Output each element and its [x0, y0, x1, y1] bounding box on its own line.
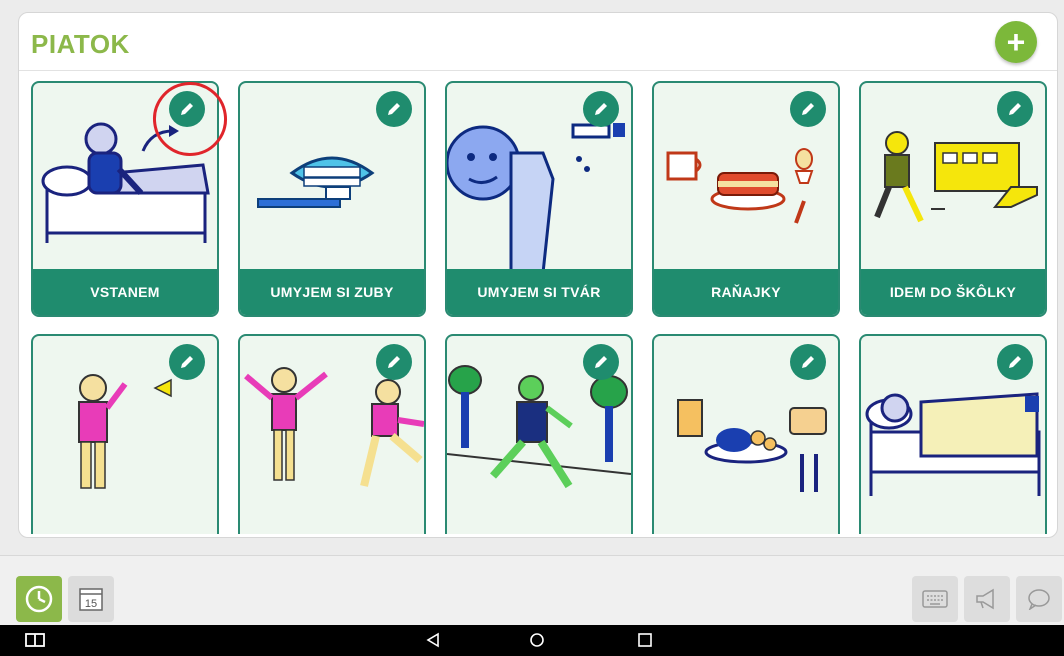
- activity-card-3[interactable]: UMYJEM SI TVÁR: [445, 81, 633, 317]
- system-nav-bar: [0, 625, 1064, 656]
- card-label: RAŇAJKY: [654, 269, 838, 315]
- calendar-day: 15: [85, 598, 97, 610]
- activity-card-9[interactable]: [652, 334, 840, 534]
- card-label: UMYJEM SI TVÁR: [447, 269, 631, 315]
- multi-window-icon[interactable]: [25, 632, 45, 648]
- edit-card-button[interactable]: [583, 344, 619, 380]
- home-icon[interactable]: [529, 632, 545, 648]
- activity-card-10[interactable]: [859, 334, 1047, 534]
- card-label: UMYJEM SI ZUBY: [240, 269, 424, 315]
- calendar-icon: 15: [79, 588, 103, 611]
- pencil-icon: [388, 103, 400, 115]
- megaphone-icon: [976, 588, 994, 610]
- card-label: VSTANEM: [33, 269, 217, 315]
- speech-bubble-icon: [1028, 589, 1050, 610]
- pencil-icon: [1009, 103, 1021, 115]
- edit-card-button[interactable]: [790, 91, 826, 127]
- edit-card-button[interactable]: [169, 344, 205, 380]
- chat-button[interactable]: [1016, 576, 1062, 622]
- clock-view-button[interactable]: [16, 576, 62, 622]
- speaker-button[interactable]: [964, 576, 1010, 622]
- edit-card-button[interactable]: [997, 91, 1033, 127]
- keyboard-button[interactable]: [912, 576, 958, 622]
- add-activity-button[interactable]: +: [995, 21, 1037, 63]
- pencil-icon: [1009, 356, 1021, 368]
- calendar-view-button[interactable]: 15: [68, 576, 114, 622]
- activity-card-7[interactable]: [238, 334, 426, 534]
- back-icon[interactable]: [425, 632, 441, 648]
- edit-card-button[interactable]: [583, 91, 619, 127]
- activity-card-2[interactable]: UMYJEM SI ZUBY: [238, 81, 426, 317]
- pencil-icon: [181, 356, 193, 368]
- clock-icon: [25, 585, 53, 613]
- day-title: PIATOK: [31, 29, 130, 59]
- activity-card-5[interactable]: IDEM DO ŠKÔLKY: [859, 81, 1047, 317]
- edit-card-button[interactable]: [790, 344, 826, 380]
- activity-card-4[interactable]: RAŇAJKY: [652, 81, 840, 317]
- panel-header: PIATOK +: [19, 13, 1057, 71]
- bottom-toolbar: 15: [0, 555, 1064, 625]
- edit-card-button[interactable]: [997, 344, 1033, 380]
- pencil-icon: [388, 356, 400, 368]
- pencil-icon: [595, 103, 607, 115]
- edit-card-button[interactable]: [376, 344, 412, 380]
- activity-card-6[interactable]: [31, 334, 219, 534]
- plus-icon: +: [1006, 24, 1026, 60]
- pencil-icon: [802, 103, 814, 115]
- card-label: IDEM DO ŠKÔLKY: [861, 269, 1045, 315]
- keyboard-icon: [922, 590, 948, 608]
- pencil-icon: [595, 356, 607, 368]
- activity-card-8[interactable]: [445, 334, 633, 534]
- recents-icon[interactable]: [637, 632, 653, 648]
- pencil-icon: [802, 356, 814, 368]
- edit-card-button[interactable]: [376, 91, 412, 127]
